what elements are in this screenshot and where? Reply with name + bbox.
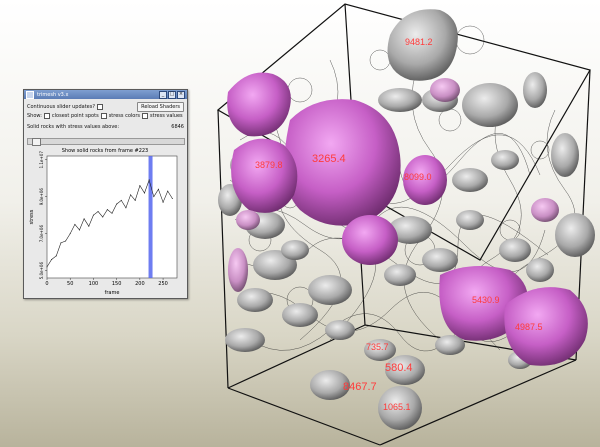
control-window: trimesh v3.x _ □ × Continuous slider upd… <box>23 89 188 299</box>
solid-rocks-label: Solid rocks with stress values above: <box>27 124 120 130</box>
window-titlebar[interactable]: trimesh v3.x _ □ × <box>24 90 187 99</box>
rock-label: 735.7 <box>366 342 389 352</box>
stress-chart[interactable]: Show solid rocks from frame #223 0 50 100 1… <box>27 146 183 296</box>
stress-data-point <box>97 210 99 212</box>
stress-data-point <box>167 190 169 192</box>
stress-data-point <box>60 242 62 244</box>
stress-data-point <box>102 216 104 218</box>
rock-label: 4987.5 <box>515 322 543 332</box>
stress-data-point <box>162 201 164 203</box>
stress-colors-checkbox[interactable] <box>100 113 107 119</box>
y-tick-label: 9.0e+06 <box>39 188 44 206</box>
stress-data-point <box>171 198 173 200</box>
continuous-row: Continuous slider updates? Reload Shader… <box>27 102 184 112</box>
x-tick-label: 50 <box>67 281 73 287</box>
plot-area <box>46 155 178 279</box>
closest-spots-label: closest point spots <box>51 113 99 119</box>
minimize-button[interactable]: _ <box>159 90 167 99</box>
y-axis-label: stress <box>29 209 35 224</box>
stress-data-point <box>111 212 113 214</box>
app-icon <box>26 90 34 99</box>
x-tick-label: 0 <box>45 281 48 287</box>
stress-data-point <box>51 259 53 261</box>
window-title: trimesh v3.x <box>37 91 69 98</box>
stress-data-point <box>125 207 127 209</box>
rock-label: 5430.9 <box>472 295 500 305</box>
maximize-button[interactable]: □ <box>168 90 176 99</box>
stress-data-point <box>157 188 159 190</box>
reload-shaders-button[interactable]: Reload Shaders <box>137 102 184 112</box>
stress-data-point <box>55 255 57 257</box>
y-tick-label: 5.0e+06 <box>39 262 44 280</box>
stress-data-point <box>130 194 132 196</box>
x-tick-label: 100 <box>89 281 99 287</box>
stress-values-checkbox[interactable] <box>142 113 148 119</box>
rock-label: 8099.0 <box>404 172 432 182</box>
stress-data-point <box>65 240 67 242</box>
x-tick-label: 150 <box>112 281 122 287</box>
show-row: Show: closest point spots stress colors … <box>27 113 184 119</box>
continuous-label: Continuous slider updates? <box>27 104 95 110</box>
rock-label: 3265.4 <box>312 153 346 165</box>
solid-rocks-row: Solid rocks with stress values above: 68… <box>27 124 184 130</box>
x-tick-label: 200 <box>135 281 145 287</box>
rock-label: 580.4 <box>385 362 413 374</box>
slider-thumb[interactable] <box>32 138 41 146</box>
stress-data-point <box>83 218 85 220</box>
close-button[interactable]: × <box>177 90 185 99</box>
plot-title: Show solid rocks from frame #223 <box>62 148 149 154</box>
continuous-checkbox[interactable] <box>96 104 103 110</box>
stress-data-point <box>116 203 118 205</box>
show-label: Show: <box>27 113 42 119</box>
stress-data-point <box>106 209 108 211</box>
solid-rocks-value: 6846 <box>171 124 184 130</box>
rock-label: 1065.1 <box>383 402 411 412</box>
rock-label: 8467.7 <box>343 381 377 393</box>
stress-data-point <box>88 225 90 227</box>
stress-colors-label: stress colors <box>108 113 140 119</box>
stress-data-point <box>120 199 122 201</box>
x-axis-label: frame <box>105 290 120 296</box>
closest-spots-checkbox[interactable] <box>43 113 50 119</box>
stress-data-point <box>69 233 71 235</box>
stress-data-point <box>134 199 136 201</box>
y-tick-label: 1.1e+07 <box>39 151 44 169</box>
stress-data-point <box>148 179 150 181</box>
stress-values-label: stress values <box>150 113 183 119</box>
y-tick-label: 7.0e+06 <box>39 225 44 243</box>
stress-data-point <box>46 266 48 268</box>
stress-data-point <box>144 192 145 194</box>
rock-label: 3879.8 <box>255 160 283 170</box>
x-tick-label: 250 <box>158 281 168 287</box>
stress-plot[interactable]: Show solid rocks from frame #223 0 50 100 1… <box>27 146 183 296</box>
stress-data-point <box>153 196 155 198</box>
stress-data-point <box>92 214 94 216</box>
stress-data-point <box>139 185 141 187</box>
stress-data-point <box>79 229 80 231</box>
stress-threshold-slider[interactable] <box>27 138 185 146</box>
rock-label: 9481.2 <box>405 37 433 47</box>
current-frame-marker <box>148 156 153 278</box>
stress-data-point <box>74 223 76 225</box>
